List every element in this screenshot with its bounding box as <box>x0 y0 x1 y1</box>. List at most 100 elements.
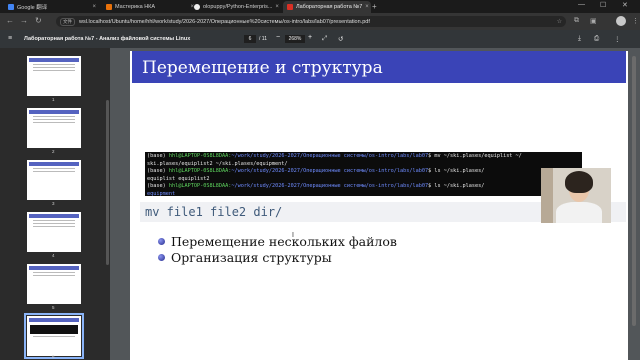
thumbnail-page-5[interactable] <box>27 264 81 304</box>
thumb-line <box>33 226 75 227</box>
close-window-icon[interactable]: ✕ <box>622 1 628 9</box>
menu-dots-icon[interactable]: ⋮ <box>632 17 639 25</box>
thumb-line <box>33 171 75 172</box>
rotate-icon[interactable]: ↺ <box>338 35 343 43</box>
viewer-scrollbar[interactable] <box>632 56 636 326</box>
page-number-input[interactable]: 6 <box>244 35 256 43</box>
pdf-toolbar: ≡ Лабораторная работа №7 - Анализ файлов… <box>0 30 640 48</box>
thumbnail-number: 1 <box>52 97 55 102</box>
thumb-title-bar <box>29 266 79 270</box>
thumb-line <box>33 119 75 120</box>
more-options-icon[interactable]: ⋮ <box>614 35 621 43</box>
download-icon[interactable]: ⤓ <box>578 35 581 43</box>
terminal-line: (base) hhl@LAPTOP-0S8L8DAA:~/work/study/… <box>147 183 485 189</box>
text-cursor-icon: I <box>292 232 294 239</box>
thumb-terminal <box>30 325 78 334</box>
bullet-item: Перемещение нескольких файлов <box>158 233 397 249</box>
terminal-screenshot: (base) hhl@LAPTOP-0S8L8DAA:~/work/study/… <box>145 152 582 196</box>
thumbnail-number: 2 <box>52 149 55 154</box>
terminal-line: ski.plases/equiplist2 ~/ski.plases/equip… <box>147 160 288 167</box>
print-icon[interactable]: ⎙ <box>594 35 599 43</box>
fit-page-icon[interactable]: ⤢ <box>322 35 327 43</box>
site-icon <box>106 4 112 10</box>
tab-label: olopuppy/Python-Enterpris... <box>203 4 273 10</box>
thumb-line <box>33 116 75 117</box>
thumb-line <box>33 220 75 221</box>
google-translate-icon <box>8 4 14 10</box>
thumbnail-sidebar: 1 2 3 4 5 6 <box>0 48 110 360</box>
person-hair <box>565 171 593 193</box>
thumb-line <box>33 168 75 169</box>
thumb-line <box>33 67 75 68</box>
thumbnail-page-6[interactable] <box>24 313 84 359</box>
thumbnail-number: 6 <box>52 354 55 359</box>
thumb-line <box>33 122 75 123</box>
back-icon[interactable]: ← <box>6 16 14 25</box>
terminal-line: (base) hhl@LAPTOP-0S8L8DAA:~/work/study/… <box>147 153 522 159</box>
tab-google-translate[interactable]: Google 翻译 × <box>4 1 100 13</box>
thumb-line <box>33 272 75 273</box>
zoom-in-icon[interactable]: + <box>308 34 312 41</box>
thumbnail-page-3[interactable] <box>27 160 81 200</box>
file-badge: 文件 <box>60 17 75 26</box>
slide-title-banner: Перемещение и структура <box>132 51 626 83</box>
thumbnail-number: 3 <box>52 201 55 206</box>
tab-label: Мастерика НКА <box>115 4 156 10</box>
thumb-title-bar <box>29 318 79 322</box>
forward-icon[interactable]: → <box>20 16 28 25</box>
thumb-line <box>33 70 75 71</box>
browser-toolbar: ← → ↻ 文件 wsl.localhost/Ubuntu/home/hhl/w… <box>0 13 640 30</box>
reload-icon[interactable]: ↻ <box>35 16 42 25</box>
address-bar[interactable]: 文件 wsl.localhost/Ubuntu/home/hhl/work/st… <box>56 16 566 27</box>
thumb-line <box>33 64 75 65</box>
thumb-line <box>33 223 75 224</box>
webcam-overlay <box>541 168 611 223</box>
profile-avatar[interactable] <box>616 16 626 26</box>
terminal-line: (base) hhl@LAPTOP-0S8L8DAA:~/work/study/… <box>147 168 485 174</box>
extensions-icon[interactable]: ⧉ <box>574 17 579 25</box>
thumbnail-number: 5 <box>52 305 55 310</box>
code-text: mv file1 file2 dir/ <box>145 205 283 219</box>
thumb-line <box>33 336 75 337</box>
tab-strip: Google 翻译 × Мастерика НКА × olopuppy/Pyt… <box>0 0 640 13</box>
slide-title: Перемещение и структура <box>142 58 383 78</box>
thumbnail-page-4[interactable] <box>27 212 81 252</box>
minimize-icon[interactable]: — <box>578 1 585 8</box>
bookmark-star-icon[interactable]: ☆ <box>557 18 562 25</box>
bullet-item: Организация структуры <box>158 249 397 265</box>
thumbnail-number: 4 <box>52 253 55 258</box>
bullet-icon <box>158 253 165 261</box>
split-view-icon[interactable]: ▣ <box>590 17 597 25</box>
zoom-input[interactable]: 268% <box>285 35 305 43</box>
background-shelf <box>541 168 553 223</box>
bullet-text: Перемещение нескольких файлов <box>171 233 397 249</box>
terminal-line: equiplist equiplist2 <box>147 175 210 182</box>
page-total: / 11 <box>259 36 267 42</box>
bullet-icon <box>158 237 165 245</box>
thumbnail-page-2[interactable] <box>27 108 81 148</box>
tab-masterika[interactable]: Мастерика НКА × <box>102 1 198 13</box>
tab-label: Google 翻译 <box>17 5 48 11</box>
url-text[interactable]: wsl.localhost/Ubuntu/home/hhl/work/study… <box>79 19 370 25</box>
terminal-line: equipment <box>147 190 176 197</box>
close-icon[interactable]: × <box>275 4 279 10</box>
zoom-out-icon[interactable]: − <box>276 34 280 41</box>
tab-github[interactable]: olopuppy/Python-Enterpris... × <box>190 1 280 13</box>
pdf-icon <box>287 4 293 10</box>
tab-lab-pdf[interactable]: Лабораторная работа №7 × <box>283 1 371 13</box>
close-icon[interactable]: × <box>92 4 96 10</box>
close-icon[interactable]: × <box>365 4 369 10</box>
thumbnail-page-1[interactable] <box>27 56 81 96</box>
thumb-line <box>33 275 75 276</box>
tab-label: Лабораторная работа №7 <box>296 4 363 10</box>
document-title: Лабораторная работа №7 - Анализ файловой… <box>24 36 191 42</box>
sidebar-scrollbar[interactable] <box>106 100 109 265</box>
new-tab-button[interactable]: + <box>372 2 377 11</box>
github-icon <box>194 4 200 10</box>
person-body <box>556 202 602 223</box>
thumb-title-bar <box>29 214 79 218</box>
maximize-icon[interactable]: ☐ <box>600 1 606 9</box>
thumb-title-bar <box>29 162 79 166</box>
bullet-text: Организация структуры <box>171 249 332 265</box>
menu-icon[interactable]: ≡ <box>8 35 12 42</box>
